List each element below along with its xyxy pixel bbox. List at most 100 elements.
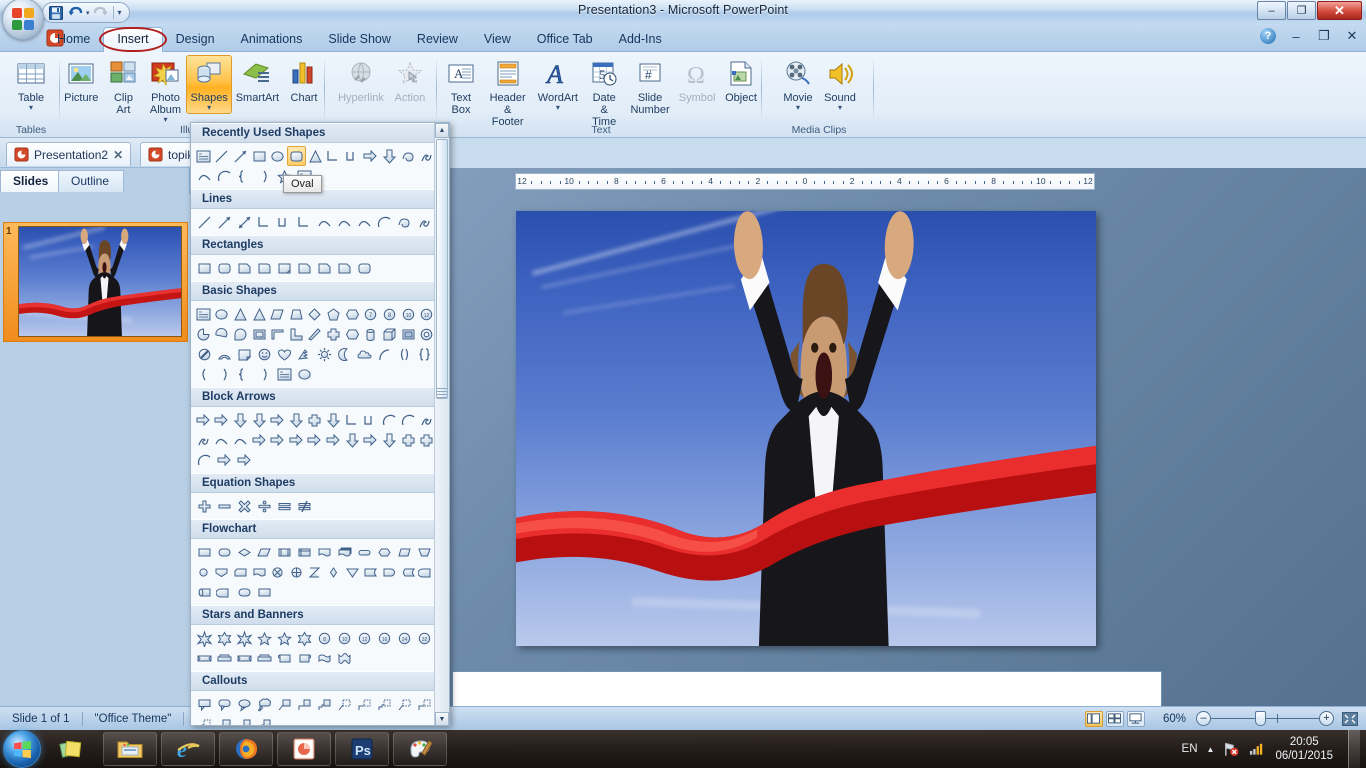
shape-item[interactable] [234,166,254,186]
shape-item[interactable] [399,410,418,430]
save-icon[interactable] [48,5,64,21]
shape-item[interactable] [194,166,214,186]
chevron-down-icon[interactable]: ▾ [118,8,122,17]
shape-item[interactable] [414,542,434,562]
shape-item[interactable] [234,496,254,516]
date-time-button[interactable]: 5 Date & Time [582,55,625,131]
shape-item[interactable] [294,694,314,714]
pane-tabs[interactable]: Slides Outline [0,168,190,192]
shape-item[interactable] [254,648,274,668]
shape-item[interactable] [213,324,232,344]
shape-item[interactable] [343,324,362,344]
shape-item[interactable] [380,410,399,430]
close-document-button[interactable]: ✕ [1344,28,1360,44]
shape-item[interactable] [250,430,269,450]
shape-item[interactable] [354,344,374,364]
shape-item[interactable] [250,146,269,166]
movie-caret-icon[interactable]: ▾ [796,104,800,112]
shape-item[interactable]: 24 [394,628,414,648]
window-controls[interactable]: – ❐ ✕ [1256,1,1362,20]
horizontal-ruler[interactable]: 12 10 8 6 4 2 0 2 4 6 8 10 12 [515,173,1095,190]
shape-item[interactable]: 8 [314,628,334,648]
shape-item[interactable] [324,562,343,582]
show-desktop-button[interactable] [1348,730,1360,768]
shape-item[interactable] [343,562,362,582]
taskbar-photoshop[interactable]: Ps [335,732,389,766]
shape-item[interactable] [294,648,314,668]
movie-button[interactable]: Movie ▾ [777,55,819,114]
start-button[interactable] [3,730,41,768]
shape-item[interactable] [231,304,250,324]
tab-add-ins[interactable]: Add-Ins [606,27,675,52]
zoom-track[interactable] [1211,711,1319,726]
taskbar-powerpoint[interactable] [277,732,331,766]
shape-item[interactable] [214,344,234,364]
slide-sorter-view-button[interactable] [1105,710,1124,727]
smartart-button[interactable]: SmartArt [232,55,283,107]
shape-item[interactable] [254,542,274,562]
tab-slides[interactable]: Slides [0,170,64,192]
shape-item[interactable] [394,344,414,364]
shape-item[interactable] [250,410,269,430]
shape-item[interactable] [314,258,334,278]
shape-item[interactable] [234,694,254,714]
tab-home[interactable]: Home [44,27,103,52]
tab-view[interactable]: View [471,27,524,52]
shape-item[interactable]: 10 [399,304,418,324]
shape-item[interactable] [294,212,314,232]
shape-item[interactable] [354,212,374,232]
shape-item[interactable] [274,648,294,668]
fit-to-window-button[interactable] [1340,707,1366,731]
shapes-button[interactable]: Shapes ▾ [186,55,232,114]
view-buttons[interactable] [1073,707,1157,731]
shape-item[interactable] [274,364,294,384]
shape-item[interactable] [314,344,334,364]
shape-item[interactable] [294,364,314,384]
shape-item[interactable] [394,212,414,232]
photo-album-button[interactable]: Photo Album ▾ [144,55,186,126]
notes-pane[interactable] [452,671,1162,709]
shape-item[interactable] [268,324,287,344]
shape-item[interactable] [414,212,434,232]
shape-item[interactable] [254,166,274,186]
shape-item[interactable] [294,542,314,562]
shape-item[interactable] [324,324,343,344]
quick-access-toolbar[interactable]: ▾ ▾ [42,2,130,23]
shape-item[interactable] [234,582,254,602]
shape-item[interactable] [214,648,234,668]
tray-expand-icon[interactable]: ▲ [1207,745,1215,754]
doc-tab-presentation2[interactable]: Presentation2 ✕ [6,142,132,166]
shape-item[interactable] [399,562,418,582]
taskbar-firefox[interactable] [219,732,273,766]
shape-item[interactable] [306,324,325,344]
maximize-button[interactable]: ❐ [1287,1,1316,20]
shape-item[interactable] [361,430,380,450]
normal-view-button[interactable] [1084,710,1103,727]
taskbar-internet-explorer[interactable]: e [161,732,215,766]
shape-item[interactable] [374,344,394,364]
shape-item[interactable] [306,562,325,582]
sound-caret-icon[interactable]: ▾ [838,104,842,112]
shape-item[interactable] [274,694,294,714]
shape-item[interactable] [214,364,234,384]
shape-item[interactable]: 16 [374,628,394,648]
shape-item[interactable] [394,694,414,714]
header-footer-button[interactable]: Header & Footer [482,55,533,131]
object-button[interactable]: Object [720,55,762,107]
shape-item[interactable] [250,562,269,582]
shape-item[interactable] [194,562,213,582]
wordart-button[interactable]: A WordArt ▾ [533,55,582,114]
shape-item[interactable] [287,324,306,344]
shape-item[interactable] [214,542,234,562]
shape-item[interactable] [231,324,250,344]
shape-item[interactable] [380,324,399,344]
shape-item[interactable] [361,562,380,582]
shape-item[interactable] [194,648,214,668]
shape-item[interactable] [268,146,287,166]
shape-item[interactable] [194,628,214,648]
shape-item[interactable] [214,582,234,602]
shape-item[interactable] [374,542,394,562]
shape-item[interactable] [194,324,213,344]
shape-item[interactable] [314,648,334,668]
shape-item[interactable] [314,542,334,562]
